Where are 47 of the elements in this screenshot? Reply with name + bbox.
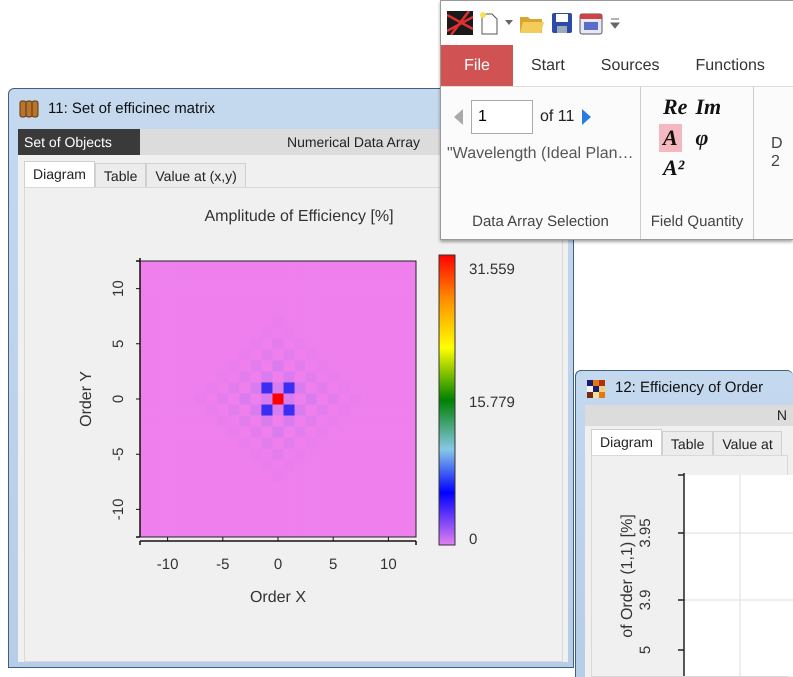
tick-label: 5 xyxy=(110,340,127,348)
field-quantity-option[interactable]: A² xyxy=(659,154,688,183)
axis-label: Order X xyxy=(250,589,306,606)
tab[interactable]: Value at xyxy=(713,431,782,455)
scale-label: 15.779 xyxy=(469,394,515,411)
tab[interactable]: Diagram xyxy=(591,429,662,455)
scale-label: 31.559 xyxy=(469,261,515,278)
field-quantity-option[interactable]: Re xyxy=(659,93,692,122)
ribbon-tab[interactable]: File xyxy=(441,45,513,86)
scale-label: 0 xyxy=(469,531,478,548)
chart-title: Amplitude of Efficiency [%] xyxy=(204,208,394,225)
panel-label: Set of Objects xyxy=(18,129,140,155)
tick-label: -10 xyxy=(110,498,127,520)
tick-label: 10 xyxy=(110,280,127,297)
tab[interactable]: Table xyxy=(662,431,714,455)
tick-label: -5 xyxy=(110,448,127,461)
ribbon-label: D xyxy=(771,135,783,153)
tick-label: 0 xyxy=(274,556,282,573)
tab[interactable]: Value at (x,y) xyxy=(146,163,246,187)
tab[interactable]: Table xyxy=(94,163,146,187)
data-type-label: Numerical Data Array xyxy=(286,132,421,152)
data-type-label: N xyxy=(776,406,788,425)
axis-label: of Order (1,1) [%] xyxy=(619,514,636,638)
window-title: 11: Set of efficinec matrix xyxy=(48,98,216,119)
index-field[interactable]: 1 xyxy=(471,100,533,134)
tab[interactable]: Diagram xyxy=(24,161,95,187)
tick-label: 5 xyxy=(329,556,338,573)
ribbon-tab[interactable]: Functions xyxy=(678,45,765,86)
window-title: 12: Efficiency of Order xyxy=(615,378,764,398)
field-quantity-option[interactable]: Im xyxy=(691,93,726,122)
tick-label: 5 xyxy=(637,646,654,654)
field-quantity-option[interactable]: A xyxy=(659,124,682,152)
tick-label: 10 xyxy=(380,556,397,573)
group-label: Field Quantity xyxy=(650,212,744,232)
ribbon-tab[interactable]: Sources xyxy=(582,45,678,86)
count-label: of 11 xyxy=(540,107,574,127)
ribbon-label: 2 xyxy=(771,153,781,171)
tick-label: 0 xyxy=(110,394,127,404)
array-name: "Wavelength (Ideal Plan… xyxy=(447,144,634,164)
axis-label: Order Y xyxy=(78,371,95,427)
group-label: Data Array Selection xyxy=(471,212,610,232)
tick-label: 3.95 xyxy=(637,518,654,548)
tick-label: -10 xyxy=(156,556,178,573)
tick-label: 3.9 xyxy=(637,590,654,610)
ribbon-tab[interactable]: Start xyxy=(513,45,583,86)
field-quantity-option[interactable]: φ xyxy=(691,124,712,152)
tick-label: -5 xyxy=(216,556,230,573)
